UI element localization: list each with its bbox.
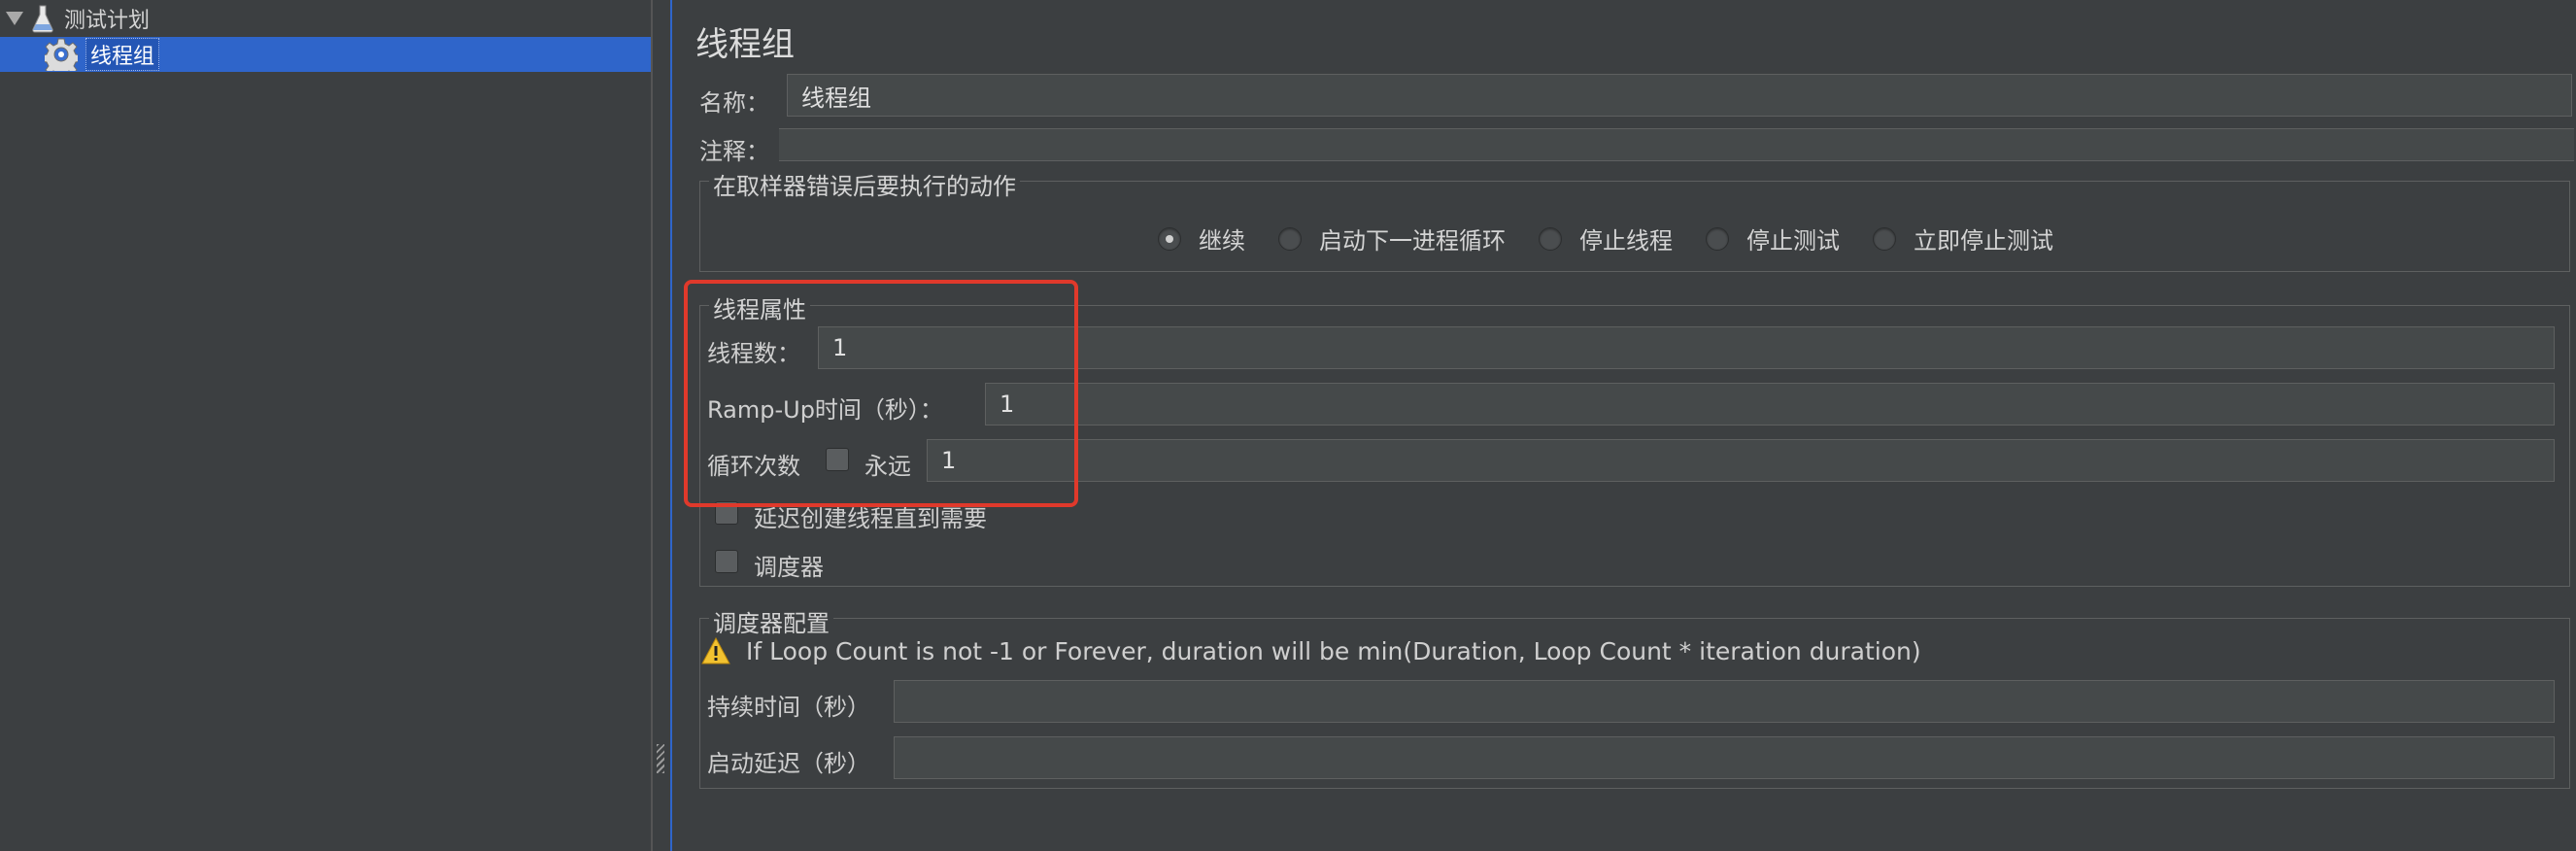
delay-thread-creation-checkbox[interactable]	[715, 501, 738, 525]
error-action-radio-group: 继续 启动下一进程循环 停止线程 停止测试 立即停止测试	[1158, 221, 2086, 255]
radio-icon[interactable]	[1278, 226, 1302, 251]
thread-count-label: 线程数：	[707, 340, 800, 367]
gear-icon	[45, 38, 78, 71]
radio-icon[interactable]	[1706, 226, 1729, 251]
radio-continue[interactable]: 继续	[1158, 221, 1245, 255]
tree-item-label: 测试计划	[64, 9, 151, 33]
forever-label: 永远	[864, 453, 911, 480]
scheduler-warning-text: If Loop Count is not -1 or Forever, dura…	[746, 637, 1921, 665]
split-pane-divider[interactable]	[651, 0, 672, 851]
flask-icon	[32, 5, 53, 33]
page-title: 线程组	[695, 25, 795, 64]
tree-item-thread-group[interactable]: 线程组	[0, 37, 651, 72]
config-panel: 线程组 名称： 线程组 注释： 在取样器错误后要执行的动作 继续 启动下一进程循…	[672, 0, 2576, 851]
startup-delay-field[interactable]	[894, 736, 2555, 779]
scheduler-label: 调度器	[754, 554, 824, 581]
duration-field[interactable]	[894, 680, 2555, 723]
comment-label: 注释：	[699, 138, 769, 165]
tree-item-test-plan[interactable]: 测试计划	[2, 1, 150, 36]
loop-count-field[interactable]: 1	[927, 439, 2555, 482]
tree-panel: 测试计划 线程组	[0, 0, 651, 851]
rampup-label: Ramp-Up时间（秒）：	[707, 396, 943, 424]
warning-icon	[701, 637, 730, 664]
error-action-legend: 在取样器错误后要执行的动作	[709, 167, 1020, 201]
thread-count-field[interactable]: 1	[818, 326, 2555, 369]
rampup-field[interactable]: 1	[985, 383, 2555, 426]
forever-checkbox[interactable]	[826, 448, 849, 471]
radio-start-next-loop[interactable]: 启动下一进程循环	[1278, 221, 1506, 255]
loop-count-label: 循环次数	[707, 453, 800, 480]
scheduler-checkbox[interactable]	[715, 550, 738, 573]
scheduler-config-legend: 调度器配置	[709, 604, 833, 638]
tree-item-label-selected: 线程组	[85, 38, 160, 71]
startup-delay-label: 启动延迟（秒）	[707, 750, 870, 777]
name-field[interactable]: 线程组	[787, 74, 2572, 117]
name-label: 名称：	[699, 89, 769, 117]
drag-grip-icon[interactable]	[657, 744, 664, 773]
thread-properties-legend: 线程属性	[709, 290, 810, 324]
radio-stop-test[interactable]: 停止测试	[1706, 221, 1840, 255]
radio-icon[interactable]	[1873, 226, 1896, 251]
radio-selected-icon[interactable]	[1158, 226, 1181, 251]
radio-icon[interactable]	[1539, 226, 1562, 251]
duration-label: 持续时间（秒）	[707, 694, 870, 721]
comment-field[interactable]	[779, 128, 2574, 161]
radio-stop-thread[interactable]: 停止线程	[1539, 221, 1673, 255]
expand-triangle-icon[interactable]	[6, 12, 23, 25]
radio-stop-test-now[interactable]: 立即停止测试	[1873, 221, 2053, 255]
delay-thread-creation-label: 延迟创建线程直到需要	[754, 505, 987, 532]
